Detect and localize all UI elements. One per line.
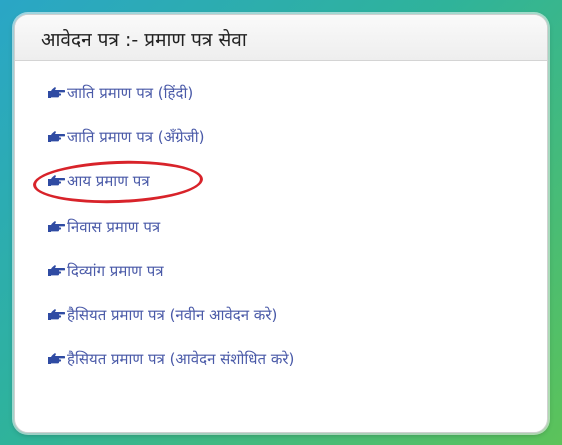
menu-item-label: निवास प्रमाण पत्र [67,218,161,236]
menu-item-label: हैसियत प्रमाण पत्र (आवेदन संशोधित करे) [67,350,295,368]
menu-item-label: जाति प्रमाण पत्र (अँग्रेजी) [67,128,205,146]
pointing-hand-icon [47,130,65,144]
panel-title: आवेदन पत्र :- प्रमाण पत्र सेवा [15,15,547,61]
menu-item-caste-certificate-hindi[interactable]: जाति प्रमाण पत्र (हिंदी) [47,81,193,105]
pointing-hand-icon [47,352,65,366]
menu-item-label: आय प्रमाण पत्र [67,172,150,190]
menu-item-status-certificate-modify[interactable]: हैसियत प्रमाण पत्र (आवेदन संशोधित करे) [47,347,294,371]
pointing-hand-icon [47,174,65,188]
menu-item-label: दिव्यांग प्रमाण पत्र [67,262,164,280]
menu-item-residence-certificate[interactable]: निवास प्रमाण पत्र [47,215,160,239]
pointing-hand-icon [47,220,65,234]
menu-item-label: हैसियत प्रमाण पत्र (नवीन आवेदन करे) [67,306,278,324]
menu-item-status-certificate-new[interactable]: हैसियत प्रमाण पत्र (नवीन आवेदन करे) [47,303,277,327]
pointing-hand-icon [47,308,65,322]
menu-item-label: जाति प्रमाण पत्र (हिंदी) [67,84,194,102]
menu-item-caste-certificate-english[interactable]: जाति प्रमाण पत्र (अँग्रेजी) [47,125,204,149]
pointing-hand-icon [47,86,65,100]
menu-item-income-certificate[interactable]: आय प्रमाण पत्र [47,169,150,193]
certificate-services-panel: आवेदन पत्र :- प्रमाण पत्र सेवा जाति प्रम… [14,14,548,433]
pointing-hand-icon [47,264,65,278]
menu-item-disability-certificate[interactable]: दिव्यांग प्रमाण पत्र [47,259,164,283]
